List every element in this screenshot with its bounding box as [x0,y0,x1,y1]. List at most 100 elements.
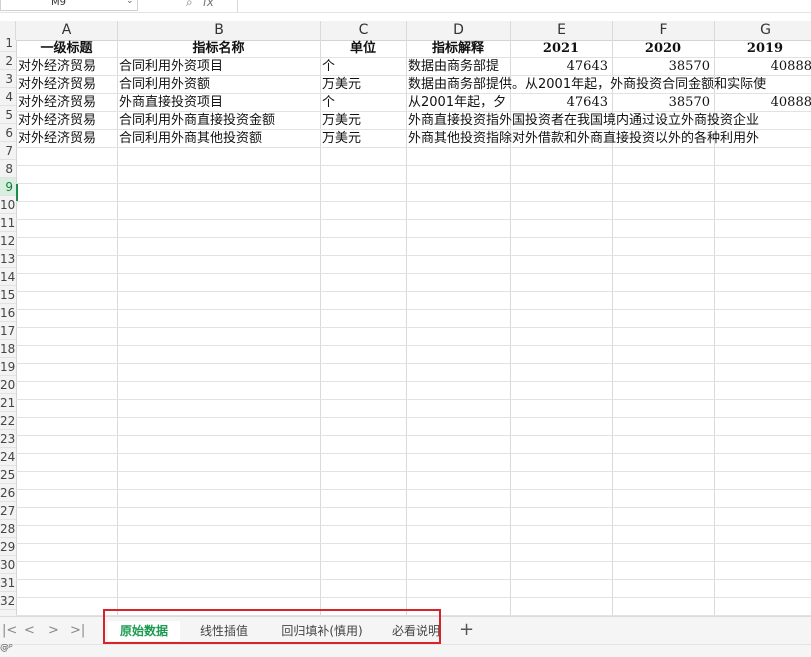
column-header-g[interactable]: G [715,21,811,40]
search-icon[interactable]: ⌕ [186,0,193,9]
row-header[interactable]: 14 [0,268,16,286]
table-cell[interactable]: 外商其他投资指除对外借款和外商直接投资以外的各种利用外 [406,130,811,148]
row-header[interactable]: 8 [0,160,16,178]
spreadsheet-grid[interactable]: 一级标题 指标名称 单位 指标解释 2021 2020 2019 对外经济贸易 … [16,40,811,616]
table-cell[interactable]: 47643 [510,58,612,76]
grid-line [16,345,811,346]
table-cell[interactable]: 对外经济贸易 [16,130,117,148]
row-header[interactable]: 25 [0,466,16,484]
row-header[interactable]: 22 [0,412,16,430]
formula-divider [237,0,238,12]
status-bar: @ᵖ [0,643,811,657]
table-cell[interactable]: 万美元 [320,130,406,148]
row-header[interactable]: 20 [0,376,16,394]
table-cell[interactable]: 对外经济贸易 [16,76,117,94]
table-cell[interactable]: 对外经济贸易 [16,112,117,130]
grid-line [16,381,811,382]
row-header[interactable]: 2 [0,52,16,70]
row-header[interactable]: 26 [0,484,16,502]
table-cell[interactable]: 从2001年起，夕 [406,94,510,112]
header-cell[interactable]: 单位 [320,40,406,58]
row-header[interactable]: 15 [0,286,16,304]
row-header[interactable]: 11 [0,214,16,232]
fx-icon[interactable]: fx [203,0,214,9]
grid-line [16,237,811,238]
table-cell[interactable]: 数据由商务部提供。从2001年起，外商投资合同金额和实际使 [406,76,811,94]
row-header[interactable]: 1 [0,34,16,52]
row-header[interactable]: 29 [0,538,16,556]
row-header[interactable]: 10 [0,196,16,214]
row-header[interactable]: 30 [0,556,16,574]
header-cell[interactable]: 指标名称 [117,40,320,58]
column-header-a[interactable]: A [16,21,118,40]
table-cell[interactable]: 对外经济贸易 [16,94,117,112]
table-cell[interactable]: 合同利用外商直接投资金额 [117,112,320,130]
table-cell[interactable]: 个 [320,94,406,112]
header-cell[interactable]: 一级标题 [16,40,117,58]
last-sheet-button[interactable]: >| [70,623,85,638]
row-header[interactable]: 6 [0,124,16,142]
tab-sheet-notes[interactable]: 必看说明 [382,621,450,641]
row-header[interactable]: 4 [0,88,16,106]
row-header[interactable]: 23 [0,430,16,448]
row-header[interactable]: 28 [0,520,16,538]
column-header-b[interactable]: B [118,21,321,40]
row-header[interactable]: 12 [0,232,16,250]
header-cell[interactable]: 2019 [714,40,811,58]
header-cell[interactable]: 2020 [612,40,714,58]
table-cell[interactable]: 40888 [714,94,811,112]
column-header-f[interactable]: F [613,21,715,40]
prev-sheet-button[interactable]: < [24,623,35,638]
row-header[interactable]: 7 [0,142,16,160]
row-header[interactable]: 27 [0,502,16,520]
grid-line [16,309,811,310]
grid-line [16,453,811,454]
sheet-tab-bar: |< < > >| 原始数据 线性插值 回归填补(慎用) 必看说明 + [0,616,811,645]
column-header-e[interactable]: E [511,21,613,40]
row-header[interactable]: 16 [0,304,16,322]
table-cell[interactable]: 合同利用外资项目 [117,58,320,76]
row-header[interactable]: 32 [0,592,16,610]
column-header-c[interactable]: C [321,21,407,40]
row-header[interactable]: 17 [0,322,16,340]
table-cell[interactable]: 38570 [612,58,714,76]
table-cell[interactable]: 38570 [612,94,714,112]
row-header[interactable]: 3 [0,70,16,88]
name-box[interactable]: M9 ⌄ [0,0,138,11]
table-cell[interactable]: 47643 [510,94,612,112]
column-header-d[interactable]: D [407,21,511,40]
table-cell[interactable]: 外商直接投资指外国投资者在我国境内通过设立外商投资企业 [406,112,811,130]
table-cell[interactable]: 外商直接投资项目 [117,94,320,112]
grid-line [16,327,811,328]
header-cell[interactable]: 指标解释 [406,40,510,58]
row-header[interactable]: 5 [0,106,16,124]
grid-line [16,255,811,256]
row-header[interactable]: 21 [0,394,16,412]
tab-sheet-raw-data[interactable]: 原始数据 [108,621,180,641]
row-header[interactable]: 13 [0,250,16,268]
row-header[interactable]: 31 [0,574,16,592]
next-sheet-button[interactable]: > [48,623,59,638]
table-cell[interactable]: 万美元 [320,76,406,94]
grid-line [16,183,811,184]
first-sheet-button[interactable]: |< [2,623,17,638]
row-header[interactable]: 24 [0,448,16,466]
grid-line [16,561,811,562]
table-cell[interactable]: 合同利用外商其他投资额 [117,130,320,148]
table-cell[interactable]: 合同利用外资额 [117,76,320,94]
tab-sheet-regression[interactable]: 回归填补(慎用) [270,621,374,641]
row-header[interactable]: 9 [0,178,16,196]
formula-icons: ⌕ fx [186,0,214,10]
table-cell[interactable]: 40888 [714,58,811,76]
table-cell[interactable]: 对外经济贸易 [16,58,117,76]
add-sheet-button[interactable]: + [459,619,474,640]
table-cell[interactable]: 万美元 [320,112,406,130]
chevron-down-icon[interactable]: ⌄ [126,0,134,6]
header-cell[interactable]: 2021 [510,40,612,58]
row-header[interactable]: 18 [0,340,16,358]
table-cell[interactable]: 数据由商务部提 [406,58,510,76]
table-cell[interactable]: 个 [320,58,406,76]
row-header[interactable]: 19 [0,358,16,376]
tab-sheet-linear-interp[interactable]: 线性插值 [188,621,260,641]
grid-line [16,399,811,400]
